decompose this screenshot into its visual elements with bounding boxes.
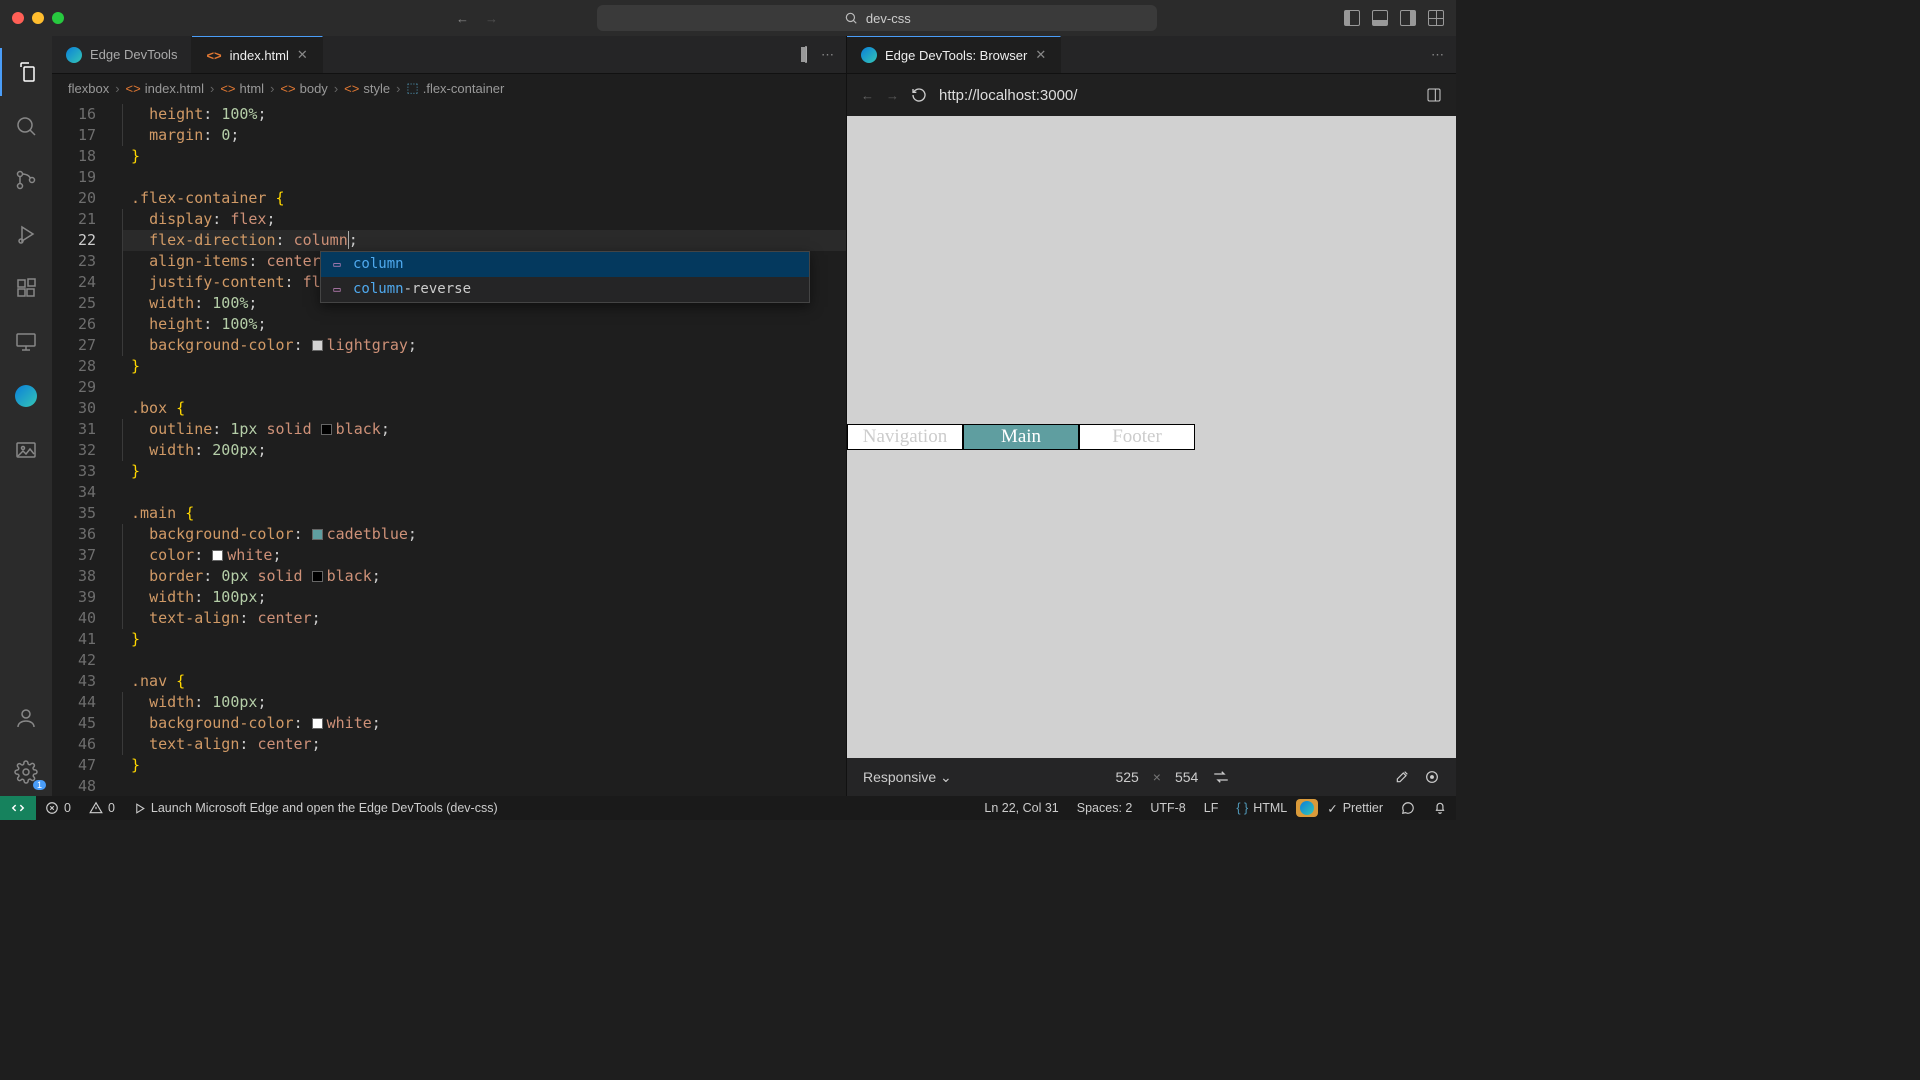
nav-back-icon[interactable]: ← bbox=[456, 11, 469, 26]
launch-edge-task[interactable]: Launch Microsoft Edge and open the Edge … bbox=[124, 801, 507, 815]
preview-status-bar: Responsive ⌄ 525 × 554 bbox=[847, 758, 1456, 796]
run-debug-icon[interactable] bbox=[0, 210, 52, 258]
edge-icon bbox=[66, 47, 82, 63]
crumb-style[interactable]: <> style bbox=[344, 81, 390, 96]
problems-errors[interactable]: 0 bbox=[36, 801, 80, 815]
tab-browser-preview[interactable]: Edge DevTools: Browser ✕ bbox=[847, 36, 1061, 73]
crumb-body[interactable]: <> body bbox=[280, 81, 327, 96]
notifications-icon[interactable] bbox=[1424, 801, 1456, 815]
eol[interactable]: LF bbox=[1195, 801, 1228, 815]
crumb-selector[interactable]: ⬚ .flex-container bbox=[406, 80, 504, 96]
editor-group: Edge DevTools <> index.html ✕ ⋯ flexbox›… bbox=[52, 36, 846, 796]
url-input[interactable]: http://localhost:3000/ bbox=[939, 87, 1414, 104]
crumb-html[interactable]: <> html bbox=[220, 81, 264, 96]
edge-icon bbox=[861, 47, 877, 63]
chevron-down-icon: ⌄ bbox=[940, 769, 952, 785]
device-dropdown[interactable]: Responsive ⌄ bbox=[863, 769, 952, 786]
edge-tools-icon[interactable] bbox=[0, 372, 52, 420]
line-gutter: 1617181920212223242526272829303132333435… bbox=[52, 102, 114, 796]
browser-back-icon[interactable]: ← bbox=[861, 88, 874, 103]
crumb-folder[interactable]: flexbox bbox=[68, 81, 109, 96]
edge-status-icon[interactable] bbox=[1296, 799, 1318, 817]
demo-main-box: Main bbox=[963, 424, 1079, 450]
close-tab-icon[interactable]: ✕ bbox=[1035, 47, 1046, 63]
search-icon bbox=[844, 11, 858, 25]
breadcrumbs[interactable]: flexbox› <> index.html› <> html› <> body… bbox=[52, 74, 846, 102]
cursor-position[interactable]: Ln 22, Col 31 bbox=[975, 801, 1067, 815]
preview-viewport[interactable]: Navigation Main Footer bbox=[847, 116, 1456, 758]
extensions-icon[interactable] bbox=[0, 264, 52, 312]
close-window-button[interactable] bbox=[12, 12, 24, 24]
suggest-item[interactable]: ▭ column bbox=[321, 252, 809, 277]
code-editor[interactable]: 1617181920212223242526272829303132333435… bbox=[52, 102, 846, 796]
title-bar: ← → dev-css bbox=[0, 0, 1456, 36]
command-center[interactable]: dev-css bbox=[597, 5, 1157, 31]
crumb-file[interactable]: <> index.html bbox=[126, 81, 204, 96]
close-tab-icon[interactable]: ✕ bbox=[297, 47, 308, 63]
property-value-icon: ▭ bbox=[329, 257, 345, 273]
inspect-icon[interactable] bbox=[1424, 769, 1440, 785]
encoding[interactable]: UTF-8 bbox=[1141, 801, 1194, 815]
nav-forward-icon[interactable]: → bbox=[485, 11, 498, 26]
editor-tabs: Edge DevTools <> index.html ✕ ⋯ bbox=[52, 36, 846, 74]
viewport-height[interactable]: 554 bbox=[1175, 769, 1198, 785]
toggle-panel-icon[interactable] bbox=[1372, 10, 1388, 26]
html-file-icon: <> bbox=[206, 48, 221, 63]
remote-explorer-icon[interactable] bbox=[0, 318, 52, 366]
prettier-status[interactable]: ✓ Prettier bbox=[1318, 801, 1392, 816]
property-value-icon: ▭ bbox=[329, 282, 345, 298]
tab-label: Edge DevTools: Browser bbox=[885, 48, 1027, 63]
demo-footer-box: Footer bbox=[1079, 424, 1195, 450]
tab-label: Edge DevTools bbox=[90, 47, 177, 62]
accounts-icon[interactable] bbox=[0, 694, 52, 742]
explorer-icon[interactable] bbox=[0, 48, 52, 96]
browser-forward-icon[interactable]: → bbox=[886, 88, 899, 103]
intellisense-popup[interactable]: ▭ column ▭ column-reverse bbox=[320, 251, 810, 303]
tab-label: index.html bbox=[230, 48, 289, 63]
window-controls bbox=[12, 12, 64, 24]
maximize-window-button[interactable] bbox=[52, 12, 64, 24]
viewport-width[interactable]: 525 bbox=[1115, 769, 1138, 785]
settings-gear-icon[interactable]: 1 bbox=[0, 748, 52, 796]
search-icon[interactable] bbox=[0, 102, 52, 150]
tab-edge-devtools[interactable]: Edge DevTools bbox=[52, 36, 192, 73]
open-devtools-icon[interactable] bbox=[1426, 87, 1442, 103]
flex-container-demo: Navigation Main Footer bbox=[847, 424, 1195, 450]
suggest-item[interactable]: ▭ column-reverse bbox=[321, 277, 809, 302]
feedback-icon[interactable] bbox=[1392, 801, 1424, 815]
source-control-icon[interactable] bbox=[0, 156, 52, 204]
viewport-sep: × bbox=[1153, 769, 1161, 785]
browser-toolbar: ← → http://localhost:3000/ bbox=[847, 74, 1456, 116]
status-bar: 0 0 Launch Microsoft Edge and open the E… bbox=[0, 796, 1456, 820]
customize-layout-icon[interactable] bbox=[1428, 10, 1444, 26]
more-actions-icon[interactable]: ⋯ bbox=[1431, 47, 1444, 63]
language-mode[interactable]: { } HTML bbox=[1227, 801, 1296, 815]
minimize-window-button[interactable] bbox=[32, 12, 44, 24]
remote-indicator[interactable] bbox=[0, 796, 36, 820]
more-actions-icon[interactable]: ⋯ bbox=[821, 47, 834, 63]
tab-index-html[interactable]: <> index.html ✕ bbox=[192, 36, 322, 73]
activity-bar: 1 bbox=[0, 36, 52, 796]
toggle-secondary-sidebar-icon[interactable] bbox=[1400, 10, 1416, 26]
toggle-primary-sidebar-icon[interactable] bbox=[1344, 10, 1360, 26]
rotate-icon[interactable] bbox=[1212, 768, 1230, 786]
indent-setting[interactable]: Spaces: 2 bbox=[1068, 801, 1142, 815]
workspace-title: dev-css bbox=[866, 11, 911, 26]
eyedropper-icon[interactable] bbox=[1394, 769, 1410, 785]
split-editor-icon[interactable] bbox=[805, 47, 807, 62]
code-content[interactable]: ▭ column ▭ column-reverse height: 100%; … bbox=[114, 102, 846, 796]
problems-warnings[interactable]: 0 bbox=[80, 801, 124, 815]
image-asset-icon[interactable] bbox=[0, 426, 52, 474]
browser-preview: Edge DevTools: Browser ✕ ⋯ ← → http://lo… bbox=[846, 36, 1456, 796]
browser-reload-icon[interactable] bbox=[911, 87, 927, 103]
demo-nav-box: Navigation bbox=[847, 424, 963, 450]
